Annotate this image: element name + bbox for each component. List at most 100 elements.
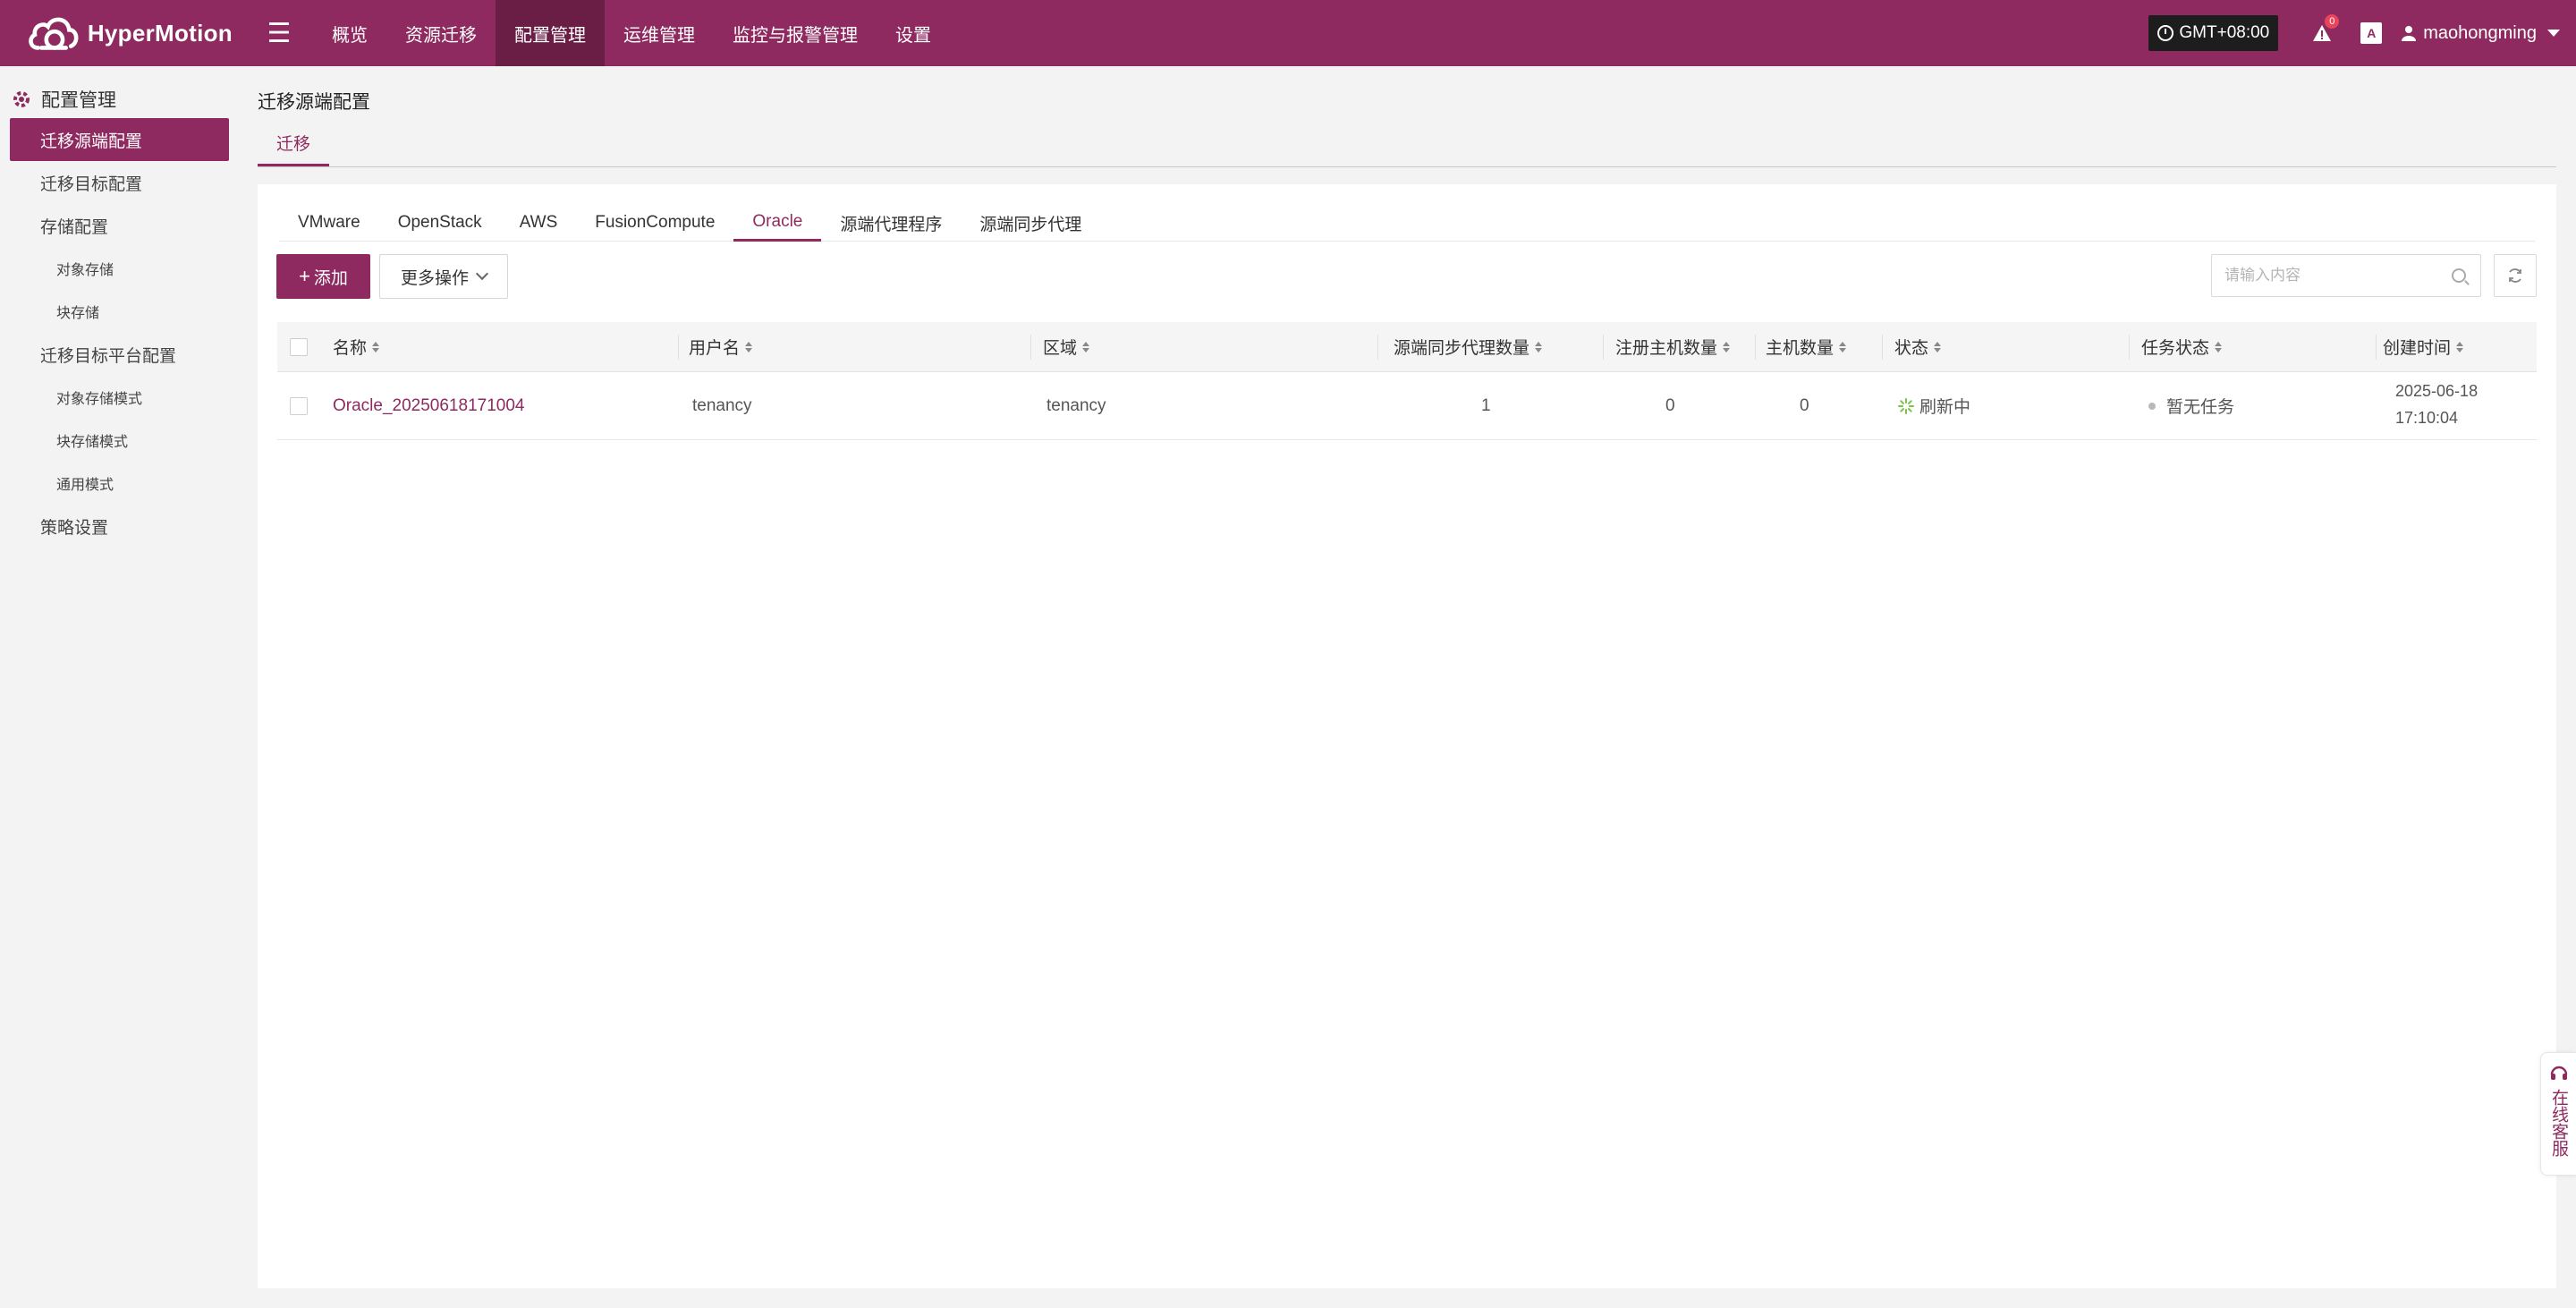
column-divider — [2129, 335, 2130, 360]
menu-toggle-icon[interactable]: ☰ — [252, 0, 306, 66]
col-header-name-label: 名称 — [333, 339, 368, 358]
add-button[interactable]: + 添加 — [276, 254, 370, 299]
refresh-icon — [2509, 268, 2521, 283]
col-header-hosts[interactable]: 主机数量 — [1766, 335, 1847, 359]
col-header-status[interactable]: 状态 — [1894, 335, 1942, 359]
col-header-username[interactable]: 用户名 — [689, 335, 753, 359]
search-input[interactable] — [2224, 267, 2448, 285]
sidebar-item-block-storage-mode[interactable]: 块存储模式 — [10, 419, 229, 462]
column-divider — [1377, 335, 1378, 360]
chevron-down-icon — [475, 267, 489, 281]
tab-vmware[interactable]: VMware — [279, 204, 379, 242]
cloud-logo-icon — [29, 17, 79, 50]
content-card: VMware OpenStack AWS FusionCompute Oracl… — [258, 184, 2556, 1288]
tab-fusioncompute[interactable]: FusionCompute — [576, 204, 733, 242]
alert-button[interactable]: 0 — [2309, 14, 2340, 47]
cell-name-link[interactable]: Oracle_20250618171004 — [333, 396, 524, 416]
chevron-down-icon — [2547, 30, 2560, 37]
column-divider — [1603, 335, 1604, 360]
tab-oracle[interactable]: Oracle — [733, 204, 822, 242]
plus-icon: + — [299, 265, 310, 287]
language-icon[interactable]: A — [2360, 22, 2383, 44]
sort-icon — [1839, 341, 1847, 352]
sidebar-item-block-storage[interactable]: 块存储 — [10, 290, 229, 333]
nav-overview[interactable]: 概览 — [313, 0, 386, 66]
timezone-label: GMT+08:00 — [2179, 23, 2270, 42]
column-divider — [1030, 335, 1031, 360]
cell-sync-agents: 1 — [1481, 395, 1491, 415]
col-header-registered-hosts[interactable]: 注册主机数量 — [1615, 335, 1731, 359]
col-header-registered-hosts-label: 注册主机数量 — [1615, 339, 1718, 358]
cell-region: tenancy — [1046, 395, 1106, 415]
cell-created-time: 2025-06-18 17:10:04 — [2395, 378, 2478, 431]
brand-name: HyperMotion — [87, 19, 233, 47]
top-right-tools: GMT+08:00 0 A maohongming — [2148, 0, 2576, 66]
col-header-region-label: 区域 — [1043, 339, 1078, 358]
col-header-task-status[interactable]: 任务状态 — [2141, 335, 2223, 359]
cell-status: 刷新中 — [1898, 394, 1970, 418]
brand-logo[interactable]: HyperMotion — [25, 8, 233, 58]
sort-icon — [745, 341, 753, 352]
task-status-text: 暂无任务 — [2166, 398, 2235, 417]
page-title: 迁移源端配置 — [258, 92, 370, 113]
cell-registered-hosts: 0 — [1665, 395, 1675, 415]
nav-monitoring-alerts[interactable]: 监控与报警管理 — [714, 0, 877, 66]
sidebar-item-general-mode[interactable]: 通用模式 — [10, 462, 229, 505]
tab-openstack[interactable]: OpenStack — [379, 204, 501, 242]
sort-icon — [1934, 341, 1942, 352]
row-checkbox[interactable] — [290, 396, 308, 415]
tab-source-sync-agent[interactable]: 源端同步代理 — [961, 204, 1100, 242]
sidebar-item-target-platform-config[interactable]: 迁移目标平台配置 — [10, 333, 229, 376]
nav-config-management[interactable]: 配置管理 — [496, 0, 605, 66]
add-button-label: 添加 — [313, 268, 348, 288]
search-icon[interactable] — [2452, 268, 2466, 283]
col-header-name[interactable]: 名称 — [333, 335, 380, 359]
col-header-region[interactable]: 区域 — [1043, 335, 1090, 359]
sidebar-item-policy-settings[interactable]: 策略设置 — [10, 505, 229, 548]
sidebar-item-object-storage-mode[interactable]: 对象存储模式 — [10, 376, 229, 419]
tab-migration[interactable]: 迁移 — [258, 131, 329, 166]
search-box — [2211, 254, 2481, 297]
sidebar-item-target-config[interactable]: 迁移目标配置 — [10, 161, 229, 204]
sidebar-title-label: 配置管理 — [41, 90, 116, 111]
col-header-status-label: 状态 — [1894, 339, 1929, 358]
sidebar-title: 配置管理 — [11, 86, 116, 113]
user-menu[interactable]: maohongming — [2402, 23, 2560, 44]
col-header-sync-agents-label: 源端同步代理数量 — [1394, 339, 1530, 358]
sidebar: 配置管理 迁移源端配置 迁移目标配置 存储配置 对象存储 块存储 迁移目标平台配… — [0, 66, 236, 1308]
col-header-sync-agents[interactable]: 源端同步代理数量 — [1394, 335, 1543, 359]
created-date: 2025-06-18 — [2395, 382, 2479, 400]
headset-icon — [2550, 1066, 2567, 1080]
nav-ops-management[interactable]: 运维管理 — [605, 0, 714, 66]
tab-source-agent[interactable]: 源端代理程序 — [821, 204, 961, 242]
online-support-button[interactable]: 在线客服 — [2540, 1052, 2576, 1176]
nav-settings[interactable]: 设置 — [877, 0, 950, 66]
column-divider — [1882, 335, 1883, 360]
column-divider — [2376, 335, 2377, 360]
alert-count-badge: 0 — [2325, 14, 2340, 29]
select-all-checkbox[interactable] — [290, 337, 308, 356]
sidebar-item-object-storage[interactable]: 对象存储 — [10, 247, 229, 290]
user-icon — [2402, 26, 2417, 41]
sidebar-item-storage-config[interactable]: 存储配置 — [10, 204, 229, 247]
status-dot-icon — [2148, 402, 2156, 410]
cell-task-status: 暂无任务 — [2148, 394, 2234, 418]
more-actions-button[interactable]: 更多操作 — [379, 254, 508, 299]
loading-spinner-icon — [1898, 397, 1914, 414]
col-header-created-time-label: 创建时间 — [2383, 339, 2452, 358]
created-time: 17:10:04 — [2395, 409, 2459, 427]
refresh-button[interactable] — [2494, 254, 2537, 297]
status-text: 刷新中 — [1919, 398, 1971, 417]
tab-divider — [258, 166, 2556, 167]
col-header-created-time[interactable]: 创建时间 — [2383, 335, 2464, 359]
sidebar-item-source-config[interactable]: 迁移源端配置 — [10, 118, 229, 161]
username: maohongming — [2423, 22, 2537, 43]
more-actions-label: 更多操作 — [400, 268, 469, 288]
gear-icon — [13, 91, 30, 107]
table-row[interactable]: Oracle_20250618171004 tenancy tenancy 1 … — [277, 372, 2537, 440]
timezone-badge[interactable]: GMT+08:00 — [2148, 15, 2279, 51]
tab-aws[interactable]: AWS — [501, 204, 577, 242]
cell-username: tenancy — [692, 395, 752, 415]
sort-icon — [2456, 341, 2464, 352]
nav-resource-migration[interactable]: 资源迁移 — [386, 0, 496, 66]
